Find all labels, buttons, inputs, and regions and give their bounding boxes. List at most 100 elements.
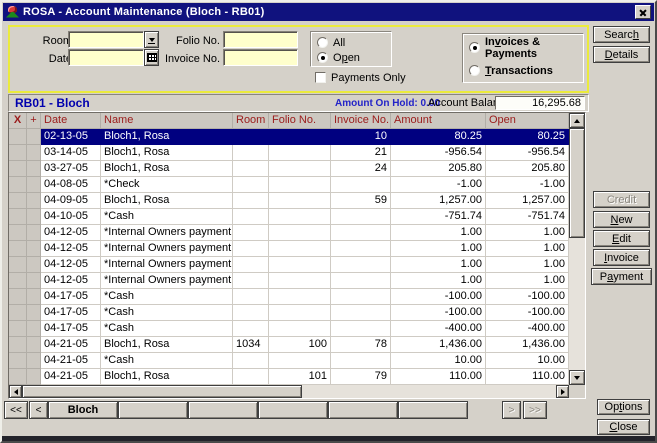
scroll-left-icon[interactable] bbox=[9, 385, 22, 398]
cell-invoice bbox=[331, 289, 391, 305]
invoice-button[interactable]: Invoice bbox=[593, 249, 650, 266]
cell-open: 1.00 bbox=[486, 225, 569, 241]
column-header-amount[interactable]: Amount bbox=[391, 113, 486, 129]
payments-only-checkbox[interactable]: Payments Only bbox=[315, 71, 406, 84]
account-tab-empty[interactable] bbox=[398, 401, 468, 419]
column-header-open[interactable]: Open bbox=[486, 113, 569, 129]
column-header-expand[interactable]: + bbox=[27, 113, 41, 129]
account-tab-empty[interactable] bbox=[188, 401, 258, 419]
table-row[interactable]: 04-12-05*Internal Owners payment code1.0… bbox=[9, 257, 569, 273]
column-header-folio[interactable]: Folio No. bbox=[269, 113, 331, 129]
cell-room bbox=[233, 161, 269, 177]
cell-open: 10.00 bbox=[486, 353, 569, 369]
cell-room bbox=[233, 289, 269, 305]
table-row[interactable]: 04-12-05*Internal Owners payment code1.0… bbox=[9, 241, 569, 257]
scroll-down-icon[interactable] bbox=[569, 370, 585, 385]
cell-gutter bbox=[9, 241, 27, 257]
table-row[interactable]: 04-17-05*Cash-400.00-400.00 bbox=[9, 321, 569, 337]
date-input[interactable] bbox=[68, 49, 144, 66]
payment-button[interactable]: Payment bbox=[591, 268, 652, 285]
account-tab-bloch[interactable]: Bloch bbox=[48, 401, 118, 419]
table-row[interactable]: 04-10-05*Cash-751.74-751.74 bbox=[9, 209, 569, 225]
horizontal-scrollbar[interactable] bbox=[9, 385, 569, 398]
folio-input[interactable] bbox=[223, 31, 298, 48]
account-tab-empty[interactable] bbox=[328, 401, 398, 419]
account-tab-empty[interactable] bbox=[118, 401, 188, 419]
cell-folio bbox=[269, 353, 331, 369]
column-header-room[interactable]: Room bbox=[233, 113, 269, 129]
options-button[interactable]: Options bbox=[597, 399, 650, 415]
radio-open[interactable]: Open bbox=[317, 51, 360, 64]
horizontal-scrollbar-thumb[interactable] bbox=[22, 385, 302, 398]
table-row[interactable]: 02-13-05Bloch1, Rosa1080.2580.25 bbox=[9, 129, 569, 145]
cell-folio bbox=[269, 209, 331, 225]
vertical-scrollbar-thumb[interactable] bbox=[569, 128, 585, 238]
cell-open: 1.00 bbox=[486, 241, 569, 257]
cell-gutter bbox=[9, 305, 27, 321]
cell-date: 04-12-05 bbox=[41, 257, 101, 273]
cell-name: Bloch1, Rosa bbox=[101, 129, 233, 145]
cell-room bbox=[233, 241, 269, 257]
cell-gutter bbox=[27, 289, 41, 305]
column-header-invoice[interactable]: Invoice No. bbox=[331, 113, 391, 129]
cell-folio bbox=[269, 193, 331, 209]
last-account-button[interactable]: >> bbox=[523, 401, 547, 419]
cell-open: 1.00 bbox=[486, 273, 569, 289]
table-row[interactable]: 04-17-05*Cash-100.00-100.00 bbox=[9, 305, 569, 321]
cell-gutter bbox=[9, 289, 27, 305]
cell-gutter bbox=[27, 273, 41, 289]
cell-amount: 1.00 bbox=[391, 273, 486, 289]
cell-folio bbox=[269, 241, 331, 257]
credit-button[interactable]: Credit bbox=[593, 191, 650, 208]
table-row[interactable]: 04-21-05*Cash10.0010.00 bbox=[9, 353, 569, 369]
cell-date: 04-17-05 bbox=[41, 321, 101, 337]
cell-gutter bbox=[27, 225, 41, 241]
cell-amount: 80.25 bbox=[391, 129, 486, 145]
scroll-up-icon[interactable] bbox=[569, 113, 585, 128]
cell-open: 1.00 bbox=[486, 257, 569, 273]
table-row[interactable]: 04-08-05*Check-1.00-1.00 bbox=[9, 177, 569, 193]
cell-room bbox=[233, 273, 269, 289]
column-header-date[interactable]: Date bbox=[41, 113, 101, 129]
search-button[interactable]: Search bbox=[593, 26, 650, 43]
details-button[interactable]: Details bbox=[593, 46, 650, 63]
table-row[interactable]: 04-12-05*Internal Owners payment code1.0… bbox=[9, 273, 569, 289]
new-button[interactable]: New bbox=[593, 211, 650, 228]
radio-transactions[interactable]: Transactions bbox=[469, 64, 553, 77]
table-row[interactable]: 03-27-05Bloch1, Rosa24205.80205.80 bbox=[9, 161, 569, 177]
cell-invoice bbox=[331, 305, 391, 321]
edit-button[interactable]: Edit bbox=[593, 230, 650, 247]
cell-gutter bbox=[9, 225, 27, 241]
cell-invoice bbox=[331, 257, 391, 273]
cell-gutter bbox=[27, 257, 41, 273]
vertical-scrollbar[interactable] bbox=[569, 113, 585, 385]
radio-all[interactable]: All bbox=[317, 36, 345, 49]
next-account-button[interactable]: > bbox=[502, 401, 521, 419]
scroll-right-icon[interactable] bbox=[556, 385, 569, 398]
radio-invoices-payments[interactable]: Invoices & Payments bbox=[469, 41, 583, 54]
account-balance-value: 16,295.68 bbox=[495, 96, 585, 110]
cell-date: 04-21-05 bbox=[41, 337, 101, 353]
table-row[interactable]: 04-21-05Bloch1, Rosa1034100781,436.001,4… bbox=[9, 337, 569, 353]
account-tab-empty[interactable] bbox=[258, 401, 328, 419]
room-input[interactable] bbox=[68, 31, 144, 48]
table-row[interactable]: 04-12-05*Internal Owners payment code1.0… bbox=[9, 225, 569, 241]
table-row[interactable]: 04-09-05Bloch1, Rosa591,257.001,257.00 bbox=[9, 193, 569, 209]
table-row[interactable]: 04-21-05Bloch1, Rosa10179110.00110.00 bbox=[9, 369, 569, 385]
table-row[interactable]: 04-17-05*Cash-100.00-100.00 bbox=[9, 289, 569, 305]
cell-invoice bbox=[331, 273, 391, 289]
checkbox-icon bbox=[315, 72, 326, 83]
cell-gutter bbox=[27, 369, 41, 385]
type-groupbox: Invoices & Payments Transactions bbox=[462, 33, 584, 83]
window-close-icon[interactable] bbox=[635, 5, 651, 19]
invoice-input[interactable] bbox=[223, 49, 298, 66]
close-button[interactable]: Close bbox=[597, 419, 650, 435]
room-dropdown-icon[interactable] bbox=[144, 31, 159, 48]
previous-account-button[interactable]: < bbox=[29, 401, 48, 419]
column-header-delete[interactable]: X bbox=[9, 113, 27, 129]
first-account-button[interactable]: << bbox=[4, 401, 28, 419]
cell-folio bbox=[269, 129, 331, 145]
cell-room: 1034 bbox=[233, 337, 269, 353]
table-row[interactable]: 03-14-05Bloch1, Rosa21-956.54-956.54 bbox=[9, 145, 569, 161]
column-header-name[interactable]: Name bbox=[101, 113, 233, 129]
